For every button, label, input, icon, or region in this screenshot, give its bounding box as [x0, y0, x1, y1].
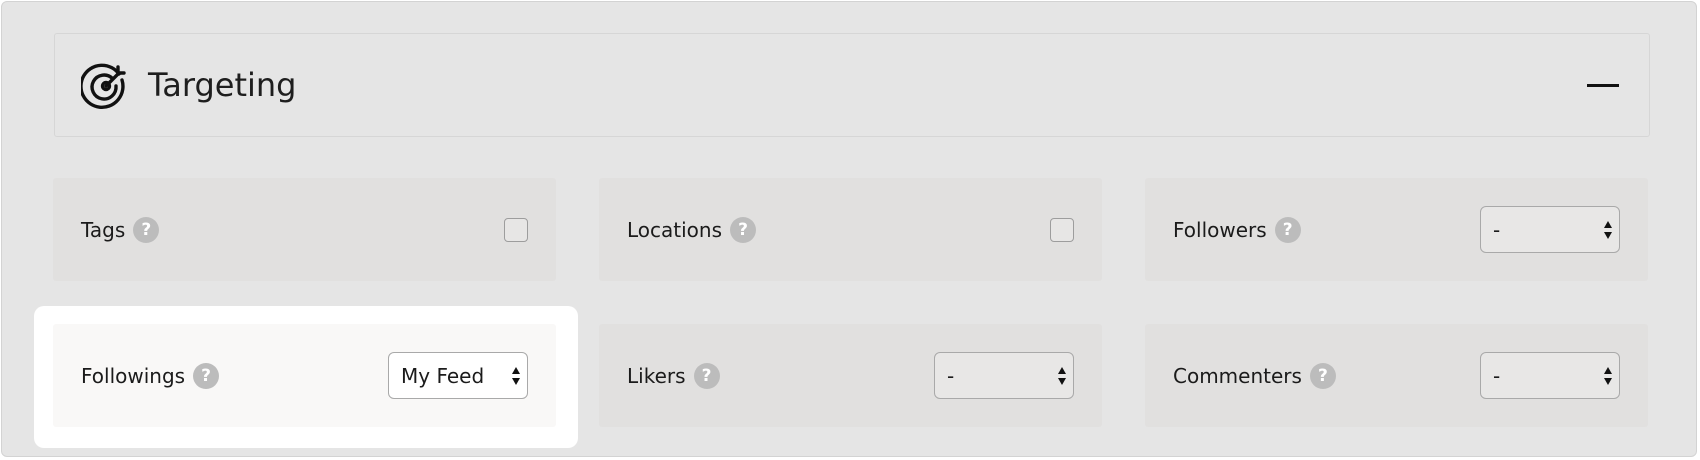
- followers-select[interactable]: -: [1480, 206, 1620, 253]
- likers-label-group: Likers ?: [627, 362, 720, 389]
- locations-label: Locations: [627, 217, 723, 242]
- section-title: Targeting: [148, 66, 297, 104]
- likers-select[interactable]: -: [934, 352, 1074, 399]
- minus-icon[interactable]: [1587, 81, 1621, 89]
- followings-select-value: My Feed: [401, 363, 485, 388]
- locations-label-group: Locations ?: [627, 216, 757, 243]
- select-arrows-icon: [1604, 367, 1612, 385]
- select-arrows-icon: [512, 367, 520, 385]
- card-followings: Followings ? My Feed: [53, 324, 556, 427]
- card-locations: Locations ?: [599, 178, 1102, 281]
- targeting-panel: Targeting Tags ? Locations ? Followers ?…: [1, 1, 1697, 457]
- followings-label-group: Followings ?: [81, 362, 220, 389]
- followings-select[interactable]: My Feed: [388, 352, 528, 399]
- card-followers: Followers ? -: [1145, 178, 1648, 281]
- commenters-label: Commenters: [1173, 363, 1302, 388]
- select-arrows-icon: [1604, 221, 1612, 239]
- tags-label: Tags: [81, 217, 126, 242]
- help-icon[interactable]: ?: [1309, 362, 1336, 389]
- section-header: Targeting: [54, 33, 1650, 137]
- followers-label-group: Followers ?: [1173, 216, 1301, 243]
- commenters-select[interactable]: -: [1480, 352, 1620, 399]
- commenters-label-group: Commenters ?: [1173, 362, 1336, 389]
- commenters-select-value: -: [1493, 363, 1501, 388]
- locations-checkbox[interactable]: [1050, 218, 1074, 242]
- likers-label: Likers: [627, 363, 686, 388]
- tags-checkbox[interactable]: [504, 218, 528, 242]
- card-tags: Tags ?: [53, 178, 556, 281]
- help-icon[interactable]: ?: [1274, 216, 1301, 243]
- tags-label-group: Tags ?: [81, 216, 160, 243]
- card-commenters: Commenters ? -: [1145, 324, 1648, 427]
- target-icon: [81, 63, 126, 109]
- help-icon[interactable]: ?: [133, 216, 160, 243]
- help-icon[interactable]: ?: [730, 216, 757, 243]
- followings-label: Followings: [81, 363, 186, 388]
- followers-select-value: -: [1493, 217, 1501, 242]
- select-arrows-icon: [1058, 367, 1066, 385]
- help-icon[interactable]: ?: [193, 362, 220, 389]
- likers-select-value: -: [947, 363, 955, 388]
- followers-label: Followers: [1173, 217, 1267, 242]
- help-icon[interactable]: ?: [693, 362, 720, 389]
- card-likers: Likers ? -: [599, 324, 1102, 427]
